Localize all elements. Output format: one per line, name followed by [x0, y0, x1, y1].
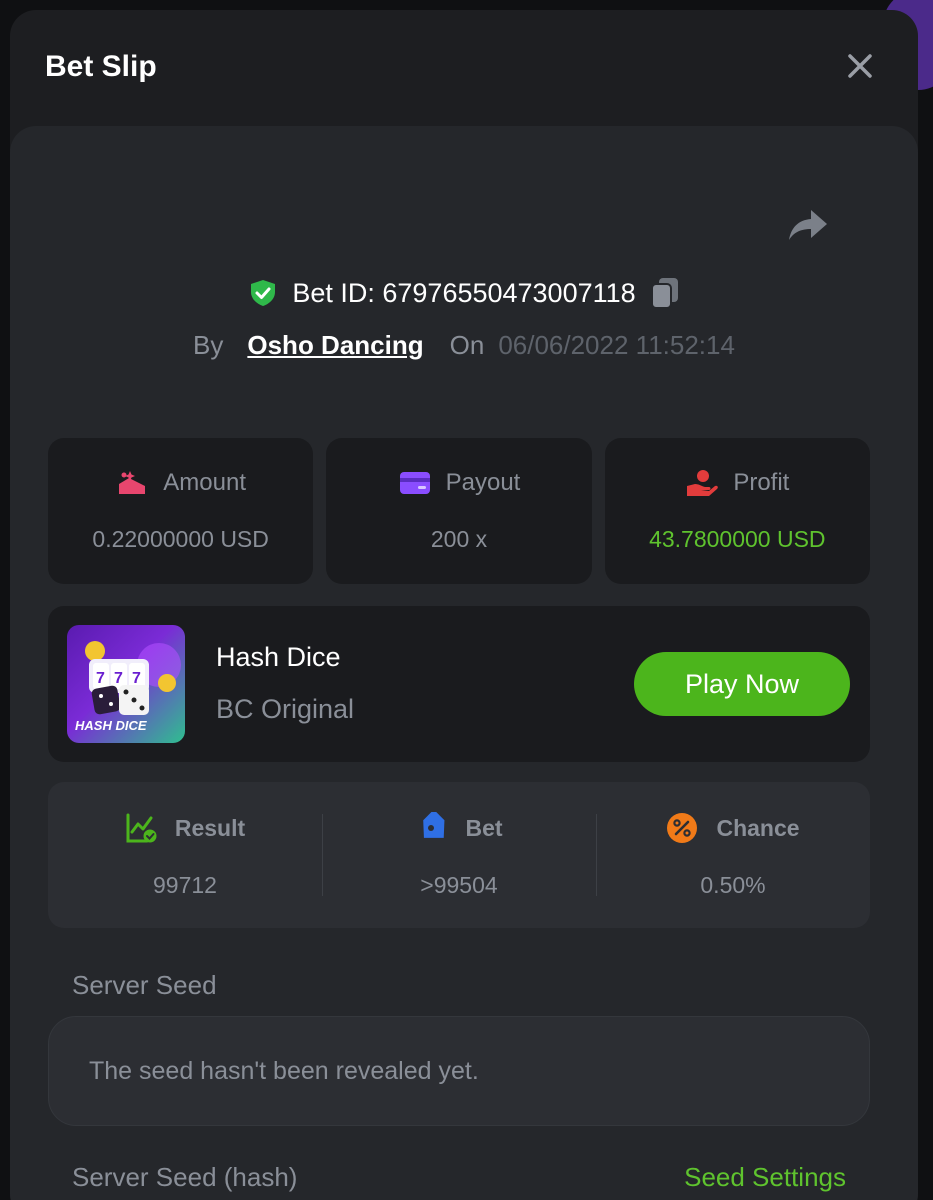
- bet-stats: Amount 0.22000000 USD Payout 200 x Profi…: [48, 438, 870, 584]
- copy-icon: [650, 278, 678, 309]
- stat-amount: Amount 0.22000000 USD: [48, 438, 314, 584]
- server-seed-label: Server Seed: [72, 970, 217, 1000]
- bet-label: Bet: [465, 814, 503, 841]
- bet-value: >99504: [420, 872, 498, 898]
- bet-details-panel: Bet ID: 679765504730071​18 By Osho Danci…: [10, 126, 918, 1200]
- bet-column: Bet >99504: [322, 782, 596, 928]
- share-button[interactable]: [785, 206, 831, 246]
- bet-date: 06/06/2022 11:52:14: [498, 330, 735, 360]
- on-label: On: [449, 330, 485, 360]
- bet-slip-modal: Bet Slip Bet ID: 679765504730071​18: [10, 10, 918, 1200]
- bet-id-row: Bet ID: 679765504730071​18: [10, 276, 918, 310]
- stat-profit: Profit 43.7800000 USD: [604, 438, 870, 584]
- chance-label: Chance: [716, 814, 800, 841]
- seed-settings-link[interactable]: Seed Settings: [684, 1162, 846, 1193]
- server-seed-value: The seed hasn't been revealed yet.: [89, 1057, 479, 1085]
- stat-label: Profit: [733, 469, 790, 496]
- wallet-icon: [399, 472, 430, 494]
- thumbnail-label: HASH DICE: [75, 718, 147, 733]
- chance-column: Chance 0.50%: [596, 782, 870, 928]
- result-column: Result 99712: [48, 782, 322, 928]
- svg-text:7: 7: [132, 670, 141, 687]
- user-link[interactable]: Osho Dancing: [247, 330, 423, 361]
- svg-text:7: 7: [114, 670, 123, 687]
- chart-check-icon: [126, 813, 157, 843]
- bet-author-row: By Osho Dancing On 06/06/2022 11:52:14: [10, 330, 918, 361]
- by-label: By: [193, 330, 224, 360]
- result-panel: Result 99712 Bet >99504 Chance 0.50%: [48, 782, 870, 928]
- stat-label: Amount: [163, 469, 247, 496]
- result-value: 99712: [153, 872, 217, 898]
- stat-value: 200 x: [430, 526, 488, 552]
- copy-button[interactable]: [650, 276, 680, 310]
- chance-value: 0.50%: [700, 872, 766, 898]
- server-seed-field: The seed hasn't been revealed yet.: [48, 1016, 870, 1126]
- close-button[interactable]: [844, 50, 876, 82]
- percent-icon: [667, 813, 698, 843]
- svg-text:7: 7: [96, 670, 105, 687]
- shield-check-icon: [251, 280, 276, 306]
- game-thumbnail[interactable]: 7 7 7 HASH DICE: [67, 625, 185, 743]
- amount-icon: [119, 471, 146, 494]
- stat-value: 0.22000000 USD: [92, 526, 269, 552]
- game-name: Hash Dice: [216, 642, 341, 672]
- result-label: Result: [174, 814, 246, 841]
- stat-payout: Payout 200 x: [326, 438, 592, 584]
- bet-id: Bet ID: 679765504730071​18: [292, 277, 636, 308]
- stat-label: Payout: [445, 469, 521, 496]
- tag-icon: [423, 812, 445, 838]
- game-card: 7 7 7 HASH DICE Hash Dice BC Original Pl…: [48, 606, 870, 762]
- modal-title: Bet Slip: [45, 50, 157, 83]
- modal-header: Bet Slip: [10, 10, 918, 126]
- server-seed-hash-label: Server Seed (hash): [72, 1162, 298, 1192]
- share-icon: [789, 210, 827, 240]
- close-icon: [848, 54, 872, 78]
- play-now-button[interactable]: Play Now: [634, 652, 850, 716]
- profit-hand-icon: [687, 470, 719, 496]
- stat-value: 43.7800000 USD: [649, 526, 826, 552]
- game-provider: BC Original: [216, 694, 355, 724]
